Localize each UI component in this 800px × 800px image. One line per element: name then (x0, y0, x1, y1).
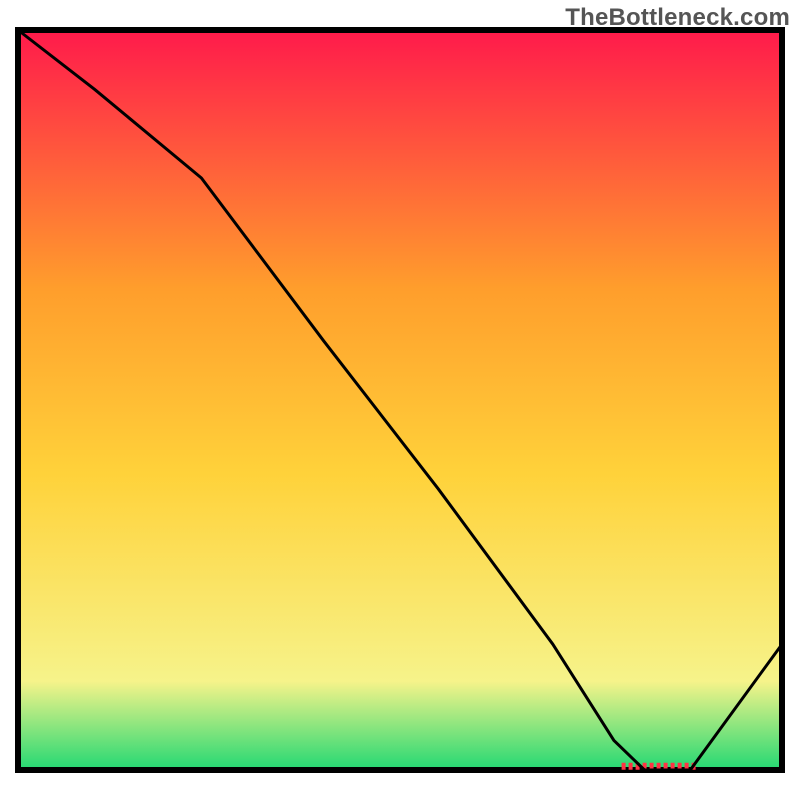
chart-frame: TheBottleneck.com (0, 0, 800, 800)
plot-background (18, 30, 782, 770)
bottleneck-chart (0, 0, 800, 800)
